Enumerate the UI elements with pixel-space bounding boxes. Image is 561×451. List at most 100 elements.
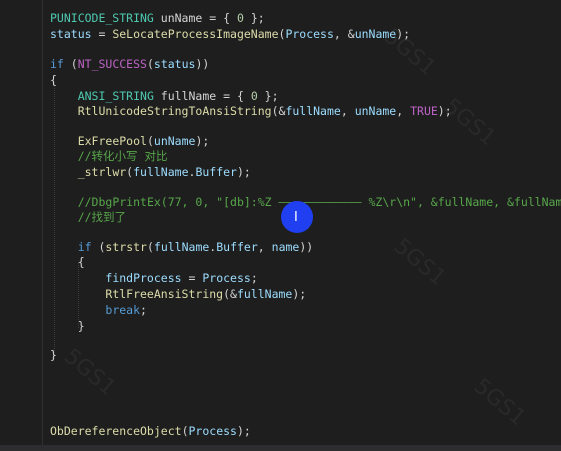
code-token: name	[271, 240, 300, 254]
code-token: (&	[271, 104, 286, 118]
code-token: //转化小写 对比	[77, 149, 168, 163]
code-token: (	[181, 424, 189, 438]
code-token: fullName	[133, 165, 189, 179]
code-token: (	[146, 134, 154, 148]
gutter-divider	[42, 0, 43, 451]
code-line[interactable]: ObDereferenceObject(Process);	[50, 423, 251, 439]
code-line[interactable]: _strlwr(fullName.Buffer);	[50, 164, 251, 180]
code-token: _strlwr	[77, 165, 127, 179]
code-token: =	[181, 271, 203, 285]
code-token: status	[153, 57, 196, 71]
code-token: RtlUnicodeStringToAnsiString	[77, 104, 272, 118]
watermark: 5GS1	[438, 93, 501, 152]
code-token: ,	[340, 104, 355, 118]
code-token: TRUE	[410, 104, 438, 118]
code-token: (	[146, 240, 154, 254]
code-line[interactable]: PUNICODE_STRING unName = { 0 };	[50, 10, 265, 26]
code-token: fullName	[285, 104, 341, 118]
code-token: RtlFreeAnsiString	[105, 287, 224, 301]
code-token: ;	[140, 303, 147, 317]
code-token: Buffer	[195, 165, 237, 179]
code-token: (	[146, 57, 154, 71]
code-line[interactable]: break;	[50, 302, 147, 318]
code-token: NT_SUCCESS	[77, 57, 147, 71]
code-token: findProcess	[105, 271, 182, 285]
code-token: {	[50, 255, 85, 269]
code-token: break	[105, 303, 141, 317]
code-token: ANSI_STRING	[77, 89, 154, 103]
watermark: 5GS1	[388, 233, 451, 292]
code-token: ExFreePool	[77, 134, 147, 148]
code-token: if	[77, 240, 92, 254]
code-line[interactable]: RtlFreeAnsiString(&fullName);	[50, 286, 306, 302]
code-line[interactable]: ExFreePool(unName);	[50, 133, 210, 149]
code-token: };	[257, 89, 279, 103]
code-token: fullName	[236, 287, 293, 301]
code-token: ObDereferenceObject	[50, 424, 182, 438]
code-token: {	[50, 73, 57, 87]
code-token: };	[243, 11, 265, 25]
code-line[interactable]: status = SeLocateProcessImageName(Proces…	[50, 26, 410, 42]
code-token: );	[292, 287, 307, 301]
code-token: =	[91, 27, 113, 41]
code-line[interactable]: }	[50, 347, 57, 363]
code-line[interactable]: if (NT_SUCCESS(status))	[50, 56, 209, 72]
code-line[interactable]: //找到了	[50, 209, 126, 225]
code-line[interactable]: findProcess = Process;	[50, 270, 258, 286]
code-token: );	[236, 165, 251, 179]
code-line[interactable]: if (strstr(fullName.Buffer, name))	[50, 239, 314, 255]
code-token: (&	[223, 287, 237, 301]
code-line[interactable]: RtlUnicodeStringToAnsiString(&fullName, …	[50, 103, 452, 119]
code-token: fullName = {	[153, 89, 251, 103]
code-token: unName	[153, 134, 196, 148]
code-token: ;	[250, 271, 258, 285]
code-token: (	[63, 57, 78, 71]
code-token: //DbgPrintEx(77, 0, "[db]:%Z ———————————…	[77, 195, 561, 209]
watermark: 5GS1	[468, 373, 531, 432]
code-line[interactable]: {	[50, 254, 85, 270]
code-token: ))	[299, 240, 314, 254]
code-token: if	[50, 57, 64, 71]
code-token: unName	[354, 104, 397, 118]
code-line[interactable]: }	[50, 318, 85, 334]
code-token: }	[50, 319, 85, 333]
code-token: Buffer	[216, 240, 258, 254]
code-line[interactable]: {	[50, 72, 57, 88]
code-token: (	[91, 240, 106, 254]
code-token: 0	[250, 89, 258, 103]
watermark: 5GS1	[58, 343, 121, 402]
code-token: 0	[236, 11, 244, 25]
code-token: );	[236, 424, 251, 438]
code-editor[interactable]: PUNICODE_STRING unName = { 0 }; status = …	[0, 0, 561, 451]
code-token: ,	[396, 104, 411, 118]
code-token: Process	[202, 271, 251, 285]
code-token: status	[50, 27, 92, 41]
code-token: PUNICODE_STRING	[50, 11, 154, 25]
line-gutter	[0, 0, 34, 451]
code-line[interactable]: ANSI_STRING fullName = { 0 };	[50, 88, 279, 104]
code-token: Process	[188, 424, 237, 438]
code-token: //找到了	[77, 210, 127, 224]
code-token: fullName	[153, 240, 210, 254]
code-token: SeLocateProcessImageName	[112, 27, 279, 41]
code-line[interactable]: //转化小写 对比	[50, 148, 168, 164]
code-token: Process	[285, 27, 334, 41]
code-token: unName = {	[153, 11, 237, 25]
i-beam-icon: I	[294, 210, 298, 225]
code-token: );	[195, 134, 210, 148]
code-token: }	[50, 348, 57, 362]
code-token: strstr	[105, 240, 147, 254]
code-token: , &	[333, 27, 355, 41]
status-bar	[0, 445, 561, 451]
